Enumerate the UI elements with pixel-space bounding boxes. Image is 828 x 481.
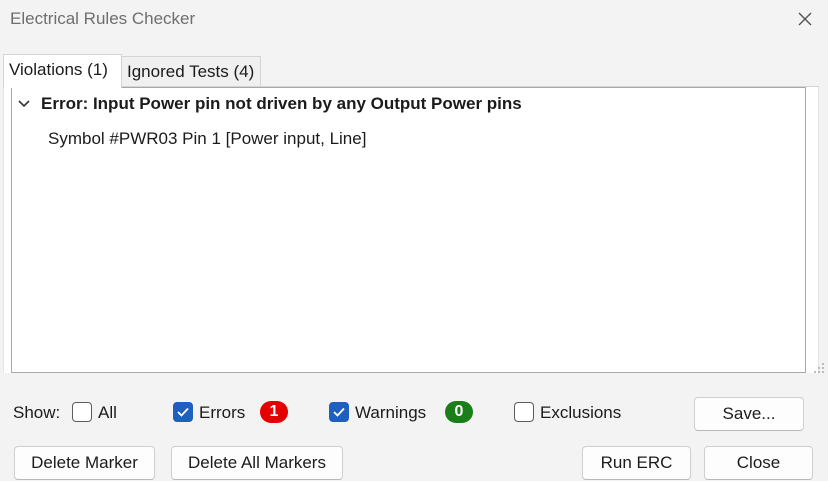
chevron-down-icon[interactable]: [18, 98, 30, 110]
close-button[interactable]: Close: [704, 446, 813, 480]
delete-all-markers-button[interactable]: Delete All Markers: [171, 446, 343, 480]
checkmark-icon: [177, 407, 189, 417]
resize-grip-icon[interactable]: [812, 361, 826, 375]
all-label: All: [98, 403, 117, 422]
delete-marker-button[interactable]: Delete Marker: [14, 446, 155, 480]
tab-ignored-tests[interactable]: Ignored Tests (4): [121, 56, 261, 88]
save-button[interactable]: Save...: [694, 397, 804, 431]
tab-violations[interactable]: Violations (1): [3, 54, 122, 88]
violation-group-label: Error: Input Power pin not driven by any…: [41, 94, 522, 113]
violation-item[interactable]: Symbol #PWR03 Pin 1 [Power input, Line]: [48, 129, 366, 149]
exclusions-label: Exclusions: [540, 403, 622, 422]
exclusions-checkbox[interactable]: [514, 402, 534, 422]
all-checkbox[interactable]: [72, 402, 92, 422]
window-title: Electrical Rules Checker: [10, 9, 196, 28]
close-icon: [798, 12, 812, 26]
errors-checkbox[interactable]: [173, 402, 193, 422]
warnings-checkbox[interactable]: [329, 402, 349, 422]
violation-group-row[interactable]: Error: Input Power pin not driven by any…: [18, 94, 522, 114]
checkmark-icon: [333, 407, 345, 417]
title-bar: Electrical Rules Checker: [0, 0, 828, 40]
show-label: Show:: [13, 403, 61, 422]
violations-tree[interactable]: Error: Input Power pin not driven by any…: [11, 87, 806, 373]
close-window-button[interactable]: [790, 4, 820, 34]
errors-label: Errors: [199, 403, 246, 422]
warnings-label: Warnings: [355, 403, 427, 422]
warnings-count-badge: 0: [445, 401, 473, 423]
errors-count-badge: 1: [260, 401, 288, 423]
run-erc-button[interactable]: Run ERC: [582, 446, 691, 480]
